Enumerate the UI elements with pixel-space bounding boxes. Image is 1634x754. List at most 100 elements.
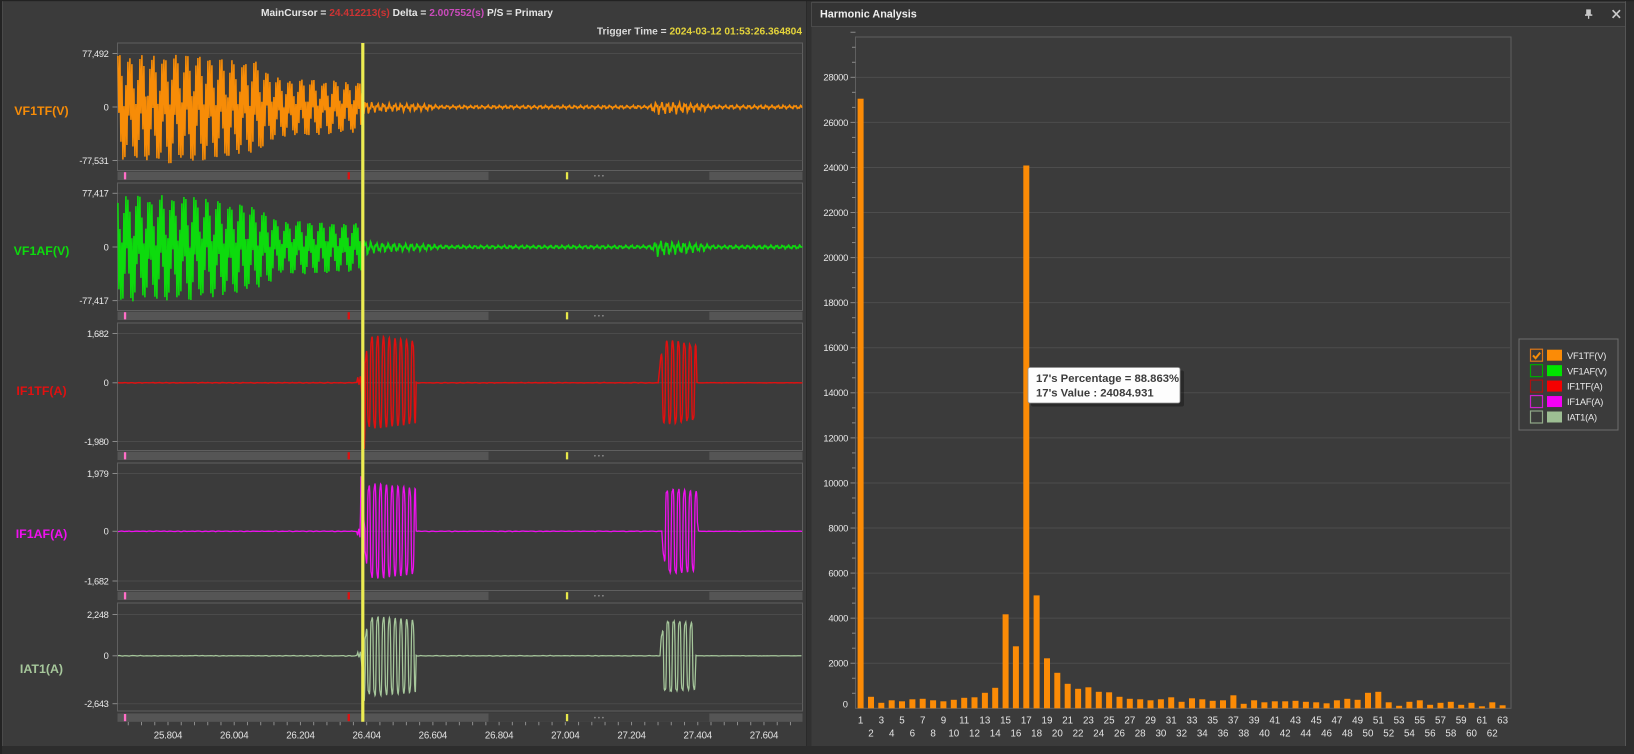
svg-text:0: 0 — [104, 102, 109, 112]
svg-text:Harmonic Analysis: Harmonic Analysis — [820, 9, 917, 21]
svg-text:57: 57 — [1435, 716, 1446, 727]
svg-text:10: 10 — [948, 729, 959, 740]
svg-text:4000: 4000 — [828, 613, 848, 624]
svg-text:60: 60 — [1466, 729, 1477, 740]
svg-text:26: 26 — [1114, 729, 1125, 740]
svg-text:16: 16 — [1010, 729, 1021, 740]
svg-text:18000: 18000 — [823, 297, 848, 308]
svg-text:2000: 2000 — [828, 658, 848, 669]
svg-text:29: 29 — [1145, 716, 1156, 727]
svg-text:14: 14 — [990, 729, 1001, 740]
svg-text:42: 42 — [1280, 729, 1291, 740]
svg-text:25.804: 25.804 — [154, 731, 183, 742]
svg-text:45: 45 — [1311, 716, 1322, 727]
svg-text:0: 0 — [104, 378, 109, 388]
svg-text:VF1AF(V): VF1AF(V) — [1567, 366, 1607, 376]
svg-text:39: 39 — [1249, 716, 1260, 727]
svg-text:43: 43 — [1290, 716, 1301, 727]
svg-text:26000: 26000 — [823, 117, 848, 128]
svg-text:2: 2 — [868, 729, 873, 740]
svg-text:17's Value : 24084.931: 17's Value : 24084.931 — [1036, 388, 1154, 400]
svg-text:55: 55 — [1414, 716, 1425, 727]
svg-text:1,979: 1,979 — [87, 469, 109, 479]
svg-text:24: 24 — [1093, 729, 1104, 740]
svg-text:IF1AF(A): IF1AF(A) — [16, 527, 68, 541]
svg-text:15: 15 — [1000, 716, 1011, 727]
svg-text:Trigger Time = 2024-03-12 01:5: Trigger Time = 2024-03-12 01:53:26.36480… — [597, 27, 802, 38]
svg-text:8: 8 — [930, 729, 936, 740]
svg-text:5: 5 — [899, 716, 905, 727]
svg-text:37: 37 — [1228, 716, 1239, 727]
svg-text:-2,643: -2,643 — [84, 699, 108, 709]
svg-text:62: 62 — [1487, 729, 1498, 740]
svg-text:28000: 28000 — [823, 72, 848, 83]
svg-text:36: 36 — [1218, 729, 1229, 740]
svg-text:38: 38 — [1238, 729, 1249, 740]
svg-text:10000: 10000 — [823, 477, 848, 488]
svg-text:23: 23 — [1083, 716, 1094, 727]
svg-text:11: 11 — [959, 716, 969, 727]
svg-text:26.804: 26.804 — [485, 731, 514, 742]
svg-text:12: 12 — [969, 729, 980, 740]
svg-text:6000: 6000 — [828, 567, 848, 578]
svg-text:VF1AF(V): VF1AF(V) — [14, 244, 70, 258]
svg-text:0: 0 — [104, 651, 109, 661]
svg-text:3: 3 — [879, 716, 885, 727]
svg-text:33: 33 — [1187, 716, 1198, 727]
svg-text:21: 21 — [1062, 716, 1073, 727]
svg-text:34: 34 — [1197, 729, 1208, 740]
svg-text:26.604: 26.604 — [419, 731, 448, 742]
svg-text:8000: 8000 — [828, 522, 848, 533]
svg-text:IF1TF(A): IF1TF(A) — [16, 384, 66, 398]
svg-text:VF1TF(V): VF1TF(V) — [1567, 351, 1606, 361]
svg-text:26.204: 26.204 — [286, 731, 315, 742]
svg-text:16000: 16000 — [823, 342, 848, 353]
svg-text:17's Percentage = 88.863%: 17's Percentage = 88.863% — [1036, 373, 1179, 385]
svg-text:0: 0 — [104, 527, 109, 537]
svg-text:4: 4 — [889, 729, 895, 740]
svg-text:26.404: 26.404 — [352, 731, 381, 742]
svg-text:12000: 12000 — [823, 432, 848, 443]
svg-text:-1,682: -1,682 — [84, 576, 108, 586]
svg-text:35: 35 — [1207, 716, 1218, 727]
svg-text:52: 52 — [1383, 729, 1394, 740]
svg-text:50: 50 — [1363, 729, 1374, 740]
svg-text:18: 18 — [1031, 729, 1042, 740]
svg-text:VF1TF(V): VF1TF(V) — [14, 104, 68, 118]
svg-text:46: 46 — [1321, 729, 1332, 740]
svg-text:63: 63 — [1497, 716, 1508, 727]
svg-text:28: 28 — [1135, 729, 1146, 740]
svg-text:24000: 24000 — [823, 162, 848, 173]
svg-text:0: 0 — [843, 698, 848, 709]
svg-text:1: 1 — [858, 716, 863, 727]
svg-text:-1,980: -1,980 — [84, 437, 108, 447]
svg-text:26.004: 26.004 — [220, 731, 249, 742]
svg-text:9: 9 — [941, 716, 946, 727]
svg-text:20: 20 — [1052, 729, 1063, 740]
svg-text:-77,417: -77,417 — [79, 296, 108, 306]
svg-text:1,682: 1,682 — [87, 329, 109, 339]
svg-text:22000: 22000 — [823, 207, 848, 218]
svg-text:77,417: 77,417 — [82, 189, 109, 199]
svg-text:19: 19 — [1042, 716, 1053, 727]
svg-text:47: 47 — [1331, 716, 1342, 727]
svg-text:61: 61 — [1476, 716, 1487, 727]
svg-text:17: 17 — [1021, 716, 1032, 727]
svg-text:32: 32 — [1176, 729, 1187, 740]
svg-text:IF1AF(A): IF1AF(A) — [1567, 397, 1603, 407]
svg-text:22: 22 — [1073, 729, 1084, 740]
svg-text:-77,531: -77,531 — [79, 156, 108, 166]
svg-text:30: 30 — [1155, 729, 1166, 740]
svg-text:44: 44 — [1300, 729, 1311, 740]
svg-text:49: 49 — [1352, 716, 1363, 727]
svg-text:58: 58 — [1445, 729, 1456, 740]
svg-text:2,248: 2,248 — [87, 610, 109, 620]
svg-text:27.004: 27.004 — [551, 731, 580, 742]
svg-text:IF1TF(A): IF1TF(A) — [1567, 382, 1603, 392]
svg-text:53: 53 — [1394, 716, 1405, 727]
svg-text:48: 48 — [1342, 729, 1353, 740]
svg-text:27: 27 — [1124, 716, 1135, 727]
svg-text:41: 41 — [1269, 716, 1280, 727]
svg-text:51: 51 — [1373, 716, 1384, 727]
svg-text:0: 0 — [104, 242, 109, 252]
